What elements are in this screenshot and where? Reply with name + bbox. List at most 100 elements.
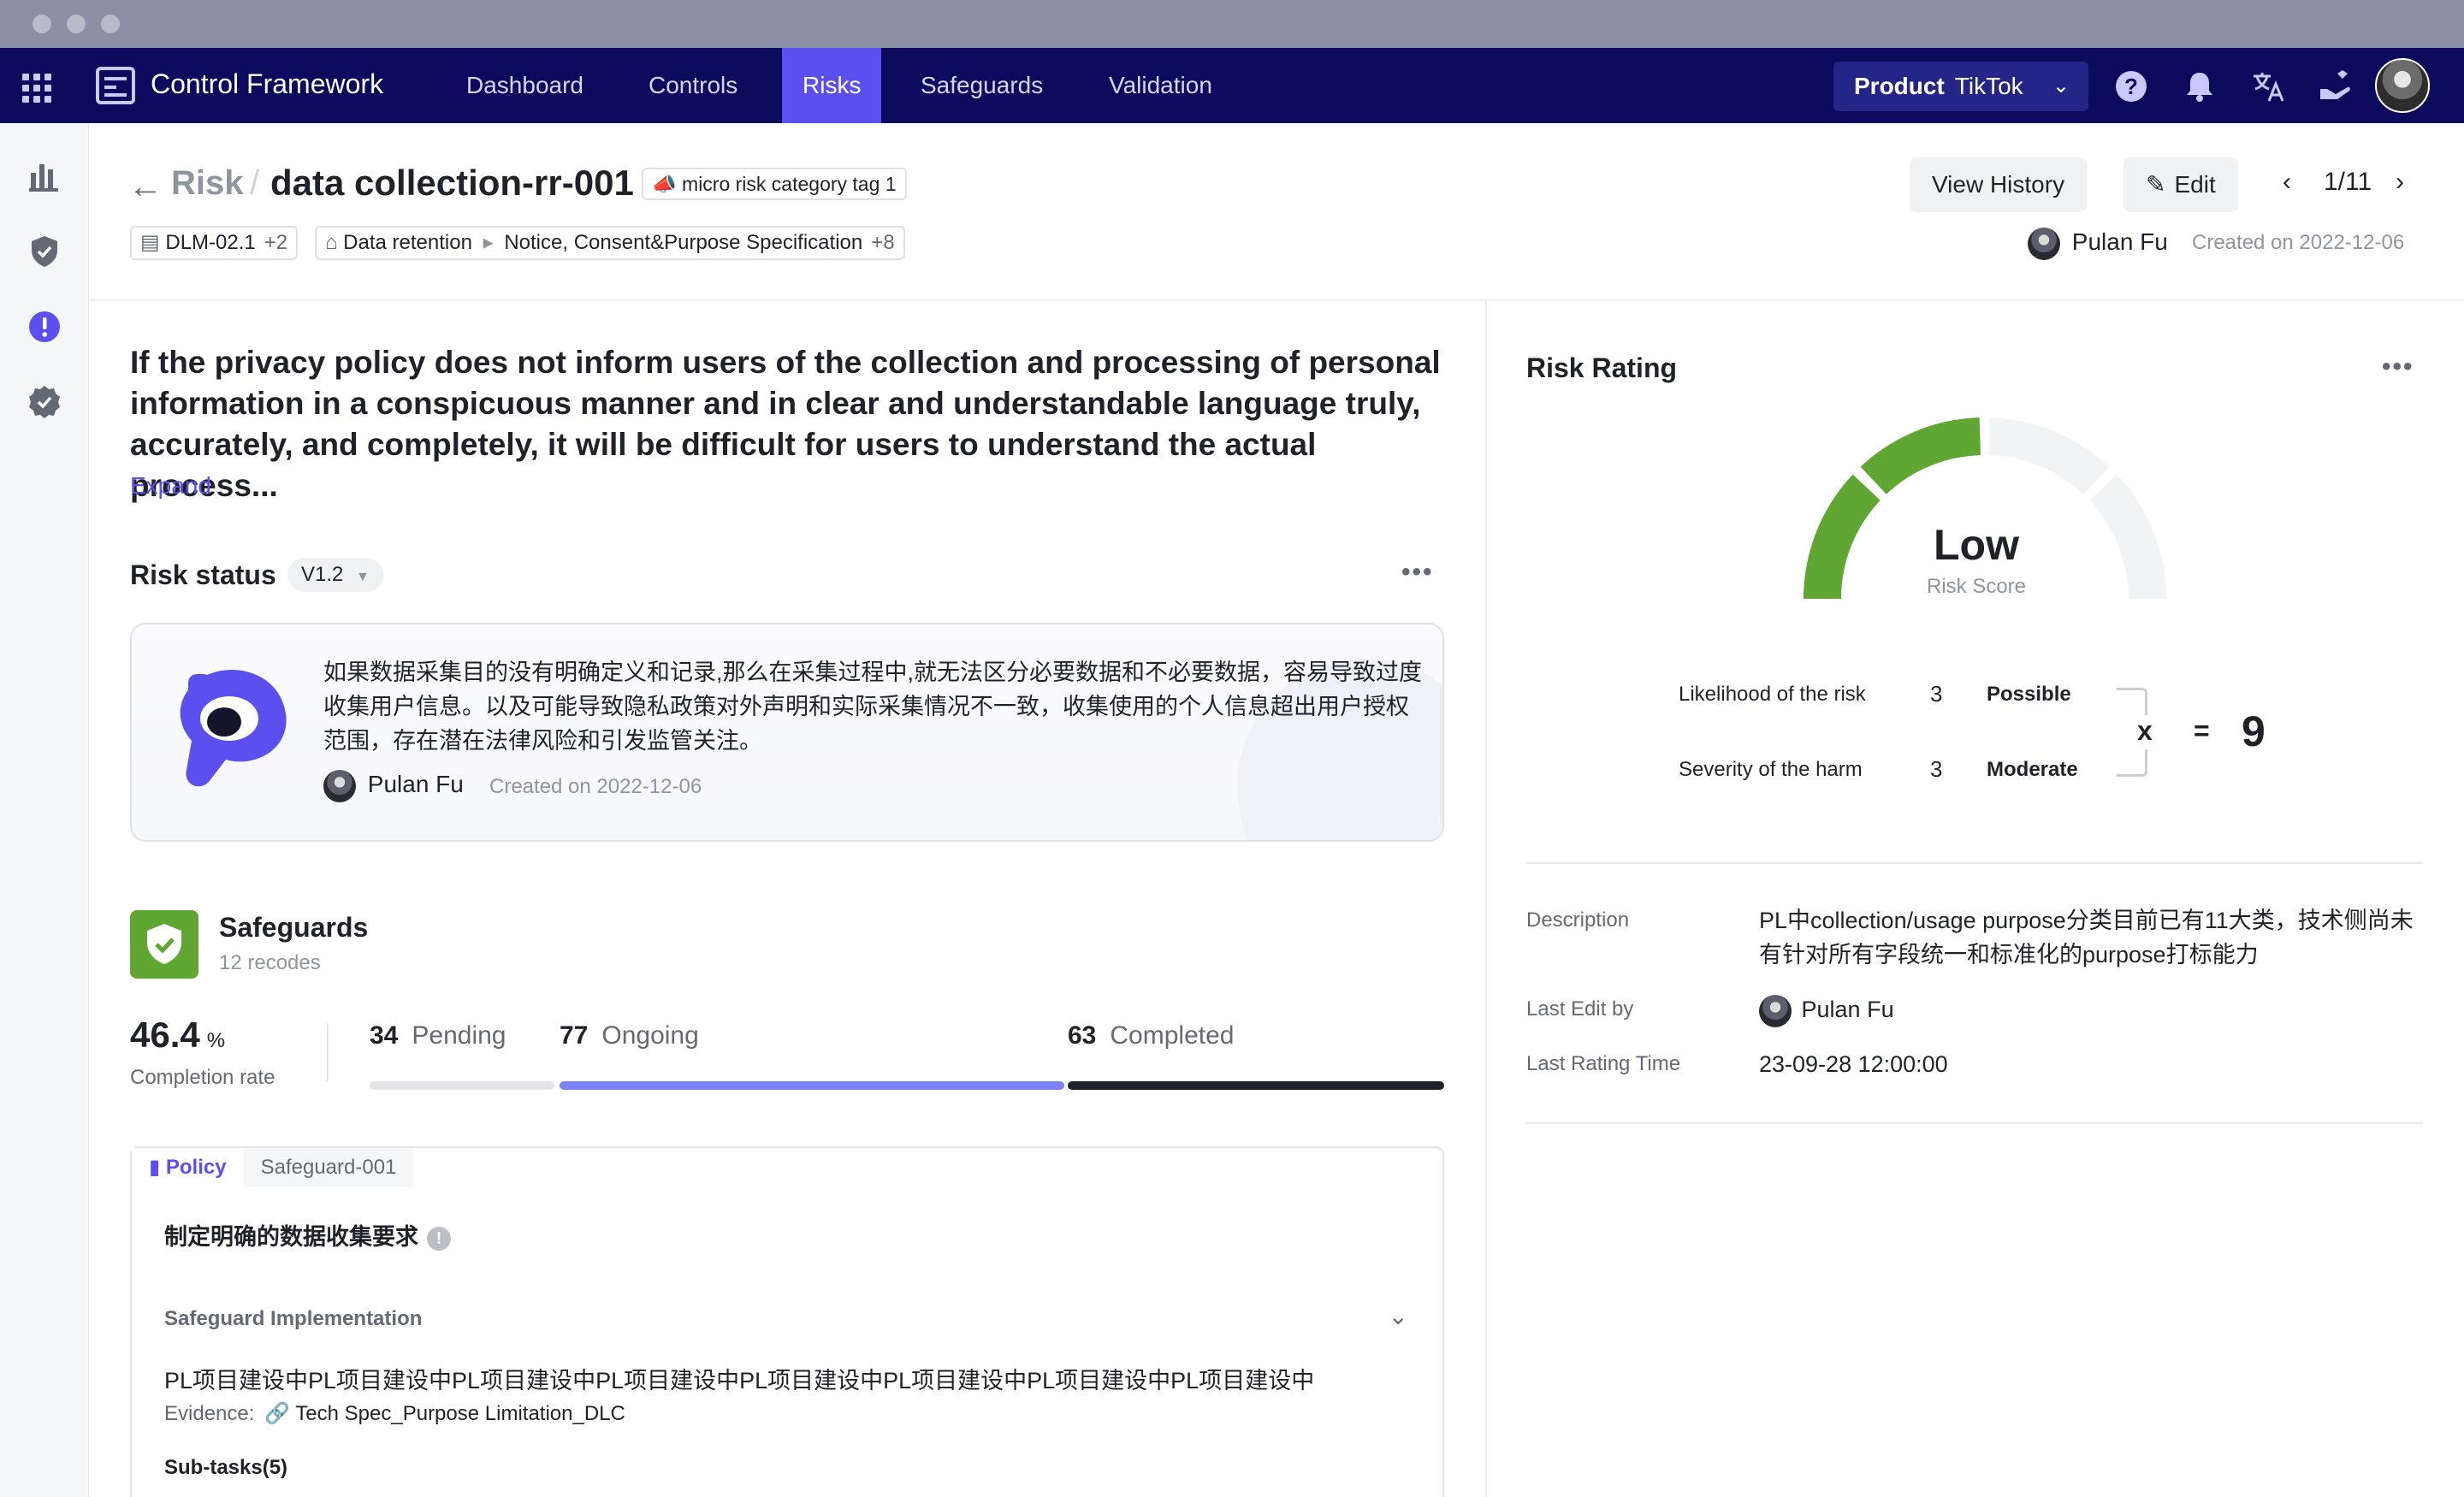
version-selector[interactable]: V1.2 ▼ [287,558,383,592]
edit-button-label: Edit [2174,171,2216,198]
sidebar-risks-alert-icon[interactable] [26,308,63,346]
sidebar-safeguards-badge-icon[interactable] [26,383,63,421]
implementation-label: Safeguard Implementation [164,1307,423,1330]
subtasks-title[interactable]: Sub-tasks(5) [164,1456,287,1480]
completed-count: 63 [1068,1021,1097,1050]
last-edit-avatar [1759,994,1792,1027]
link-icon: 🔗 [264,1402,291,1425]
description-label: Description [1526,908,1630,932]
safeguard-id-tab[interactable]: Safeguard-001 [243,1148,414,1187]
sidebar [0,123,89,1497]
last-edit-value: Pulan Fu [1759,992,1894,1027]
user-avatar[interactable] [2375,58,2430,113]
path-more: +8 [871,231,895,254]
risk-level: Low [1934,521,2019,569]
caret-down-icon: ▼ [356,570,370,584]
likelihood-value: 3 [1930,681,1943,707]
page-title: data collection-rr-001 [270,163,634,203]
status-author-avatar [323,770,356,802]
nav-tab-dashboard[interactable]: Dashboard [446,48,604,123]
likelihood-label: Likelihood of the risk [1679,683,1866,706]
sidebar-controls-shield-icon[interactable] [26,233,63,270]
risk-rating-more-icon[interactable]: ••• [2382,352,2414,382]
view-history-button[interactable]: View History [1910,157,2088,212]
policy-tab[interactable]: ▮ Policy [132,1148,244,1187]
policy-heading-text: 制定明确的数据收集要求 [164,1224,418,1250]
prev-chevron-icon[interactable]: ‹ [2283,168,2291,197]
category-tag-label: micro risk category tag 1 [682,173,897,195]
evidence-link[interactable]: Tech Spec_Purpose Limitation_DLC [295,1402,625,1425]
collapse-chevron-icon[interactable]: ⌄ [1389,1302,1408,1330]
app-grid-icon[interactable] [22,74,51,103]
help-icon[interactable]: ? [2113,68,2149,104]
policy-heading: 制定明确的数据收集要求! [164,1218,451,1251]
nav-tab-controls[interactable]: Controls [628,48,758,123]
safeguard-card: ▮ Policy Safeguard-001 制定明确的数据收集要求! Safe… [130,1146,1444,1497]
completion-number: 46.4 [130,1015,200,1055]
evidence-label: Evidence: [164,1402,255,1425]
last-rating-time-value: 23-09-28 12:00:00 [1759,1051,1948,1077]
nav-tab-risks[interactable]: Risks [782,48,882,123]
gauge-segment-4 [2088,474,2166,600]
sidebar-dashboard-chart-icon[interactable] [26,157,63,195]
info-icon[interactable]: ! [427,1226,451,1251]
risk-score-label: Risk Score [1926,575,2027,598]
app-name[interactable]: Control Framework [151,68,383,100]
author-meta: Pulan Fu [2028,228,2168,260]
breadcrumb-risk[interactable]: Risk [171,164,244,203]
likelihood-word: Possible [1987,683,2071,706]
description-value: PL中collection/usage purpose分类目前已有11大类，技术… [1759,908,2414,967]
nav-tab-validation[interactable]: Validation [1088,48,1233,123]
author-name: Pulan Fu [2071,228,2168,256]
pending-count: 34 [370,1021,399,1050]
status-created-date: Created on 2022-12-06 [489,775,702,798]
window-maximize-dot[interactable] [101,15,120,33]
risk-status-more-icon[interactable]: ••• [1401,558,1434,587]
author-avatar [2028,228,2060,260]
multiply-sign: x [2137,715,2153,746]
risk-score-result: 9 [2242,707,2266,755]
window-minimize-dot[interactable] [67,15,86,33]
stats-separator [327,1023,329,1081]
path-end: Notice, Consent&Purpose Specification [504,231,863,254]
category-tag[interactable]: 📣 micro risk category tag 1 [642,168,907,200]
svg-text:?: ? [2124,74,2138,99]
safeguards-title: Safeguards [219,912,369,943]
gauge-segment-2 [1860,417,1981,495]
next-chevron-icon[interactable]: › [2396,168,2404,197]
risk-description: If the privacy policy does not inform us… [130,345,1441,503]
nav-tab-safeguards[interactable]: Safeguards [900,48,1063,123]
breadcrumb-separator: / [250,164,260,202]
last-edit-label: Last Edit by [1526,997,1634,1021]
status-author: Pulan Fu [323,770,464,802]
edit-button[interactable]: ✎ Edit [2123,157,2238,212]
caret-right-icon: ▸ [483,231,494,254]
ongoing-progress-bar [560,1081,1064,1090]
status-author-name: Pulan Fu [367,771,464,798]
control-tag[interactable]: ▤ DLM-02.1 +2 [130,226,299,260]
feedback-hand-icon[interactable] [2317,68,2353,104]
path-start: Data retention [343,231,472,254]
document-icon: ▤ [140,231,160,254]
notification-bell-icon[interactable] [2182,68,2218,104]
control-framework-logo-icon [96,67,135,104]
column-divider [1485,300,1487,1497]
completed-label: Completed [1110,1021,1235,1050]
last-rating-time-label: Last Rating Time [1526,1052,1681,1075]
rating-divider-top [1526,862,2423,864]
product-selector[interactable]: Product TikTok ⌄ [1833,62,2088,111]
translate-icon[interactable] [2250,68,2286,104]
severity-value: 3 [1930,756,1943,782]
top-navigation: Control Framework Dashboard Controls Ris… [0,48,2464,123]
version-label: V1.2 [301,563,344,586]
completion-rate-label: Completion rate [130,1066,275,1089]
back-arrow-icon[interactable]: ← [128,168,163,206]
ongoing-label: Ongoing [601,1021,699,1050]
evidence-row: Evidence: 🔗 Tech Spec_Purpose Limitation_D… [164,1401,625,1426]
window-close-dot[interactable] [33,15,51,33]
expand-link[interactable]: Expand [130,472,211,500]
safeguards-count: 12 recodes [219,951,321,974]
category-path-tag[interactable]: ⌂ Data retention ▸ Notice, Consent&Purpo… [315,226,905,260]
ongoing-count: 77 [560,1021,589,1050]
header-divider [90,299,2464,301]
